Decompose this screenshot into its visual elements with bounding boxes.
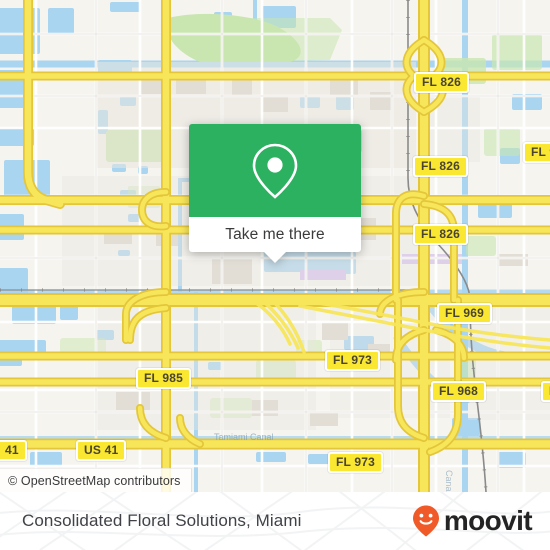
map-canvas[interactable]: Tamiami Canal Canal FL 826 FL 826 FL 826 FL… <box>0 0 550 492</box>
route-shield: FL 826 <box>413 156 468 177</box>
route-shield-label: FL 968 <box>439 384 478 398</box>
route-shield-label: FL 969 <box>445 306 484 320</box>
moovit-brand: moovit <box>411 504 533 538</box>
route-shield-label: FL 826 <box>421 227 460 241</box>
osm-attribution[interactable]: © OpenStreetMap contributors <box>0 468 192 492</box>
route-shield: F <box>541 381 550 402</box>
take-me-there-label: Take me there <box>225 225 325 243</box>
route-shield: FL 826 <box>413 224 468 245</box>
route-shield-label: FL 826 <box>421 159 460 173</box>
route-shield-label: 41 <box>5 443 19 457</box>
moovit-wordmark: moovit <box>443 505 533 536</box>
route-shield: FL 968 <box>431 381 486 402</box>
popup-header <box>189 124 361 217</box>
moovit-smiley-pin-icon <box>412 505 439 537</box>
route-shield: FL 826 <box>414 72 469 93</box>
footer-bar: Consolidated Floral Solutions, Miami moo… <box>0 492 550 550</box>
route-shield: 41 <box>0 440 27 461</box>
route-shield-label: US 41 <box>84 443 119 457</box>
moovit-map-screenshot: Tamiami Canal Canal FL 826 FL 826 FL 826 FL… <box>0 0 550 550</box>
route-shield-label: FL 826 <box>422 75 461 89</box>
route-shield-label: FL 985 <box>144 371 183 385</box>
map-pin-icon <box>252 143 298 199</box>
route-shield: FL 973 <box>328 452 383 473</box>
location-popup[interactable]: Take me there <box>189 124 361 263</box>
route-shield: FL 973 <box>325 350 380 371</box>
osm-attribution-text: © OpenStreetMap contributors <box>8 474 181 488</box>
water-label-vertical: Canal <box>444 470 454 492</box>
water-label-tamiami-canal: Tamiami Canal <box>214 432 274 442</box>
route-shield-label: FL 9 <box>531 145 550 159</box>
route-shield: FL 9 <box>523 142 550 163</box>
take-me-there-button[interactable]: Take me there <box>189 217 361 252</box>
route-shield: FL 969 <box>437 303 492 324</box>
route-shield-label: FL 973 <box>333 353 372 367</box>
page-title: Consolidated Floral Solutions, Miami <box>22 511 302 530</box>
route-shield: US 41 <box>76 440 127 461</box>
route-shield: FL 985 <box>136 368 191 389</box>
popup-tail-arrow <box>264 252 286 263</box>
route-shield-label: FL 973 <box>336 455 375 469</box>
